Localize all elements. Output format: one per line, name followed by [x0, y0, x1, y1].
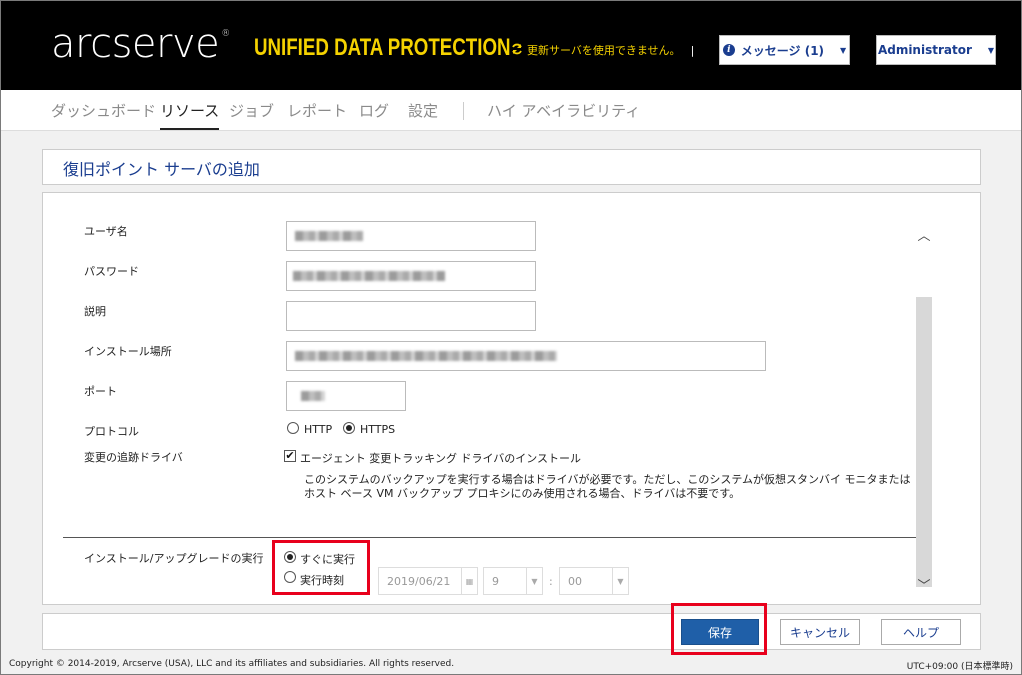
arcserve-logo: arcserve ®: [51, 21, 230, 67]
description-field[interactable]: [286, 301, 536, 331]
schedule-hour-select[interactable]: 9 ▼: [483, 567, 543, 595]
scroll-up-icon[interactable]: ︿: [916, 225, 932, 244]
vertical-scrollbar[interactable]: ︿ ﹀: [916, 213, 932, 597]
install-path-label: インストール場所: [84, 345, 172, 358]
port-label: ポート: [84, 385, 117, 398]
protocol-http-radio[interactable]: [287, 422, 299, 434]
tab-reports[interactable]: レポート: [287, 100, 347, 121]
password-field[interactable]: [286, 261, 536, 291]
username-field[interactable]: [286, 221, 536, 251]
driver-checkbox[interactable]: ✔: [284, 450, 296, 462]
chevron-down-icon: ▼: [987, 45, 995, 55]
cancel-button[interactable]: キャンセル: [780, 619, 860, 645]
run-scheduled-label: 実行時刻: [300, 574, 344, 587]
save-button[interactable]: 保存: [681, 619, 759, 645]
dialog-body: ユーザ名 パスワード 説明 インストール場所 ポート プロトコル HTTP HT…: [42, 192, 981, 605]
admin-menu-button[interactable]: Administrator ▼: [876, 35, 996, 65]
nav-divider: [463, 102, 464, 120]
chevron-down-icon: ▼: [840, 45, 847, 55]
driver-checkbox-label: エージェント 変更トラッキング ドライバのインストール: [300, 452, 582, 465]
admin-label: Administrator: [877, 43, 972, 57]
dialog-button-bar: 保存 キャンセル ヘルプ: [42, 603, 981, 655]
main-nav: ダッシュボード リソース ジョブ レポート ログ 設定 ハイ アベイラビリティ: [1, 90, 1021, 131]
section-divider: [63, 537, 917, 538]
protocol-label: プロトコル: [84, 425, 139, 438]
run-scheduled-radio[interactable]: [284, 571, 296, 583]
update-notice[interactable]: 更新サーバを使用できません。 |: [511, 42, 694, 58]
timezone-text: UTC+09:00 (日本標準時): [906, 662, 1013, 672]
description-label: 説明: [84, 305, 106, 318]
header-separator: |: [690, 43, 695, 57]
schedule-date-field[interactable]: 2019/06/21 ▦: [378, 567, 478, 595]
scroll-down-icon[interactable]: ﹀: [916, 575, 932, 594]
calendar-icon[interactable]: ▦: [461, 568, 477, 594]
protocol-https-radio[interactable]: [343, 422, 355, 434]
info-icon: i: [722, 44, 735, 56]
refresh-icon: [511, 43, 523, 58]
schedule-colon: :: [549, 575, 553, 588]
top-header: arcserve ® UNIFIED DATA PROTECTION 更新サーバを…: [1, 1, 1021, 90]
tab-resources[interactable]: リソース: [160, 100, 220, 130]
tab-high-availability[interactable]: ハイ アベイラビリティ: [487, 100, 640, 121]
messages-button[interactable]: i メッセージ (1) ▼: [719, 35, 850, 65]
messages-label: メッセージ (1): [740, 43, 825, 58]
install-path-field[interactable]: [286, 341, 766, 371]
port-field[interactable]: [286, 381, 406, 411]
chevron-down-icon: ▼: [612, 568, 628, 594]
tab-settings[interactable]: 設定: [408, 100, 438, 121]
password-label: パスワード: [84, 265, 139, 278]
schedule-minute-select[interactable]: 00 ▼: [559, 567, 629, 595]
protocol-http-label: HTTP: [304, 423, 333, 436]
tab-logs[interactable]: ログ: [359, 100, 389, 121]
run-label: インストール/アップグレードの実行: [84, 552, 264, 565]
tab-jobs[interactable]: ジョブ: [229, 100, 274, 121]
help-button[interactable]: ヘルプ: [881, 619, 961, 645]
tab-dashboard[interactable]: ダッシュボード: [51, 100, 156, 121]
chevron-down-icon: ▼: [526, 568, 542, 594]
product-name: UNIFIED DATA PROTECTION: [254, 34, 511, 61]
copyright-text: Copyright © 2014-2019, Arcserve (USA), L…: [9, 659, 455, 669]
run-now-label: すぐに実行: [300, 553, 355, 566]
scrollbar-thumb[interactable]: [916, 297, 932, 587]
username-label: ユーザ名: [84, 225, 128, 238]
update-notice-text: 更新サーバを使用できません。: [527, 44, 681, 57]
driver-label: 変更の追跡ドライバ: [84, 451, 183, 464]
dialog-title: 復旧ポイント サーバの追加: [42, 149, 981, 185]
driver-note: このシステムのバックアップを実行する場合はドライバが必要です。ただし、このシステ…: [304, 473, 911, 500]
protocol-https-label: HTTPS: [360, 423, 396, 436]
run-now-radio[interactable]: [284, 551, 296, 563]
